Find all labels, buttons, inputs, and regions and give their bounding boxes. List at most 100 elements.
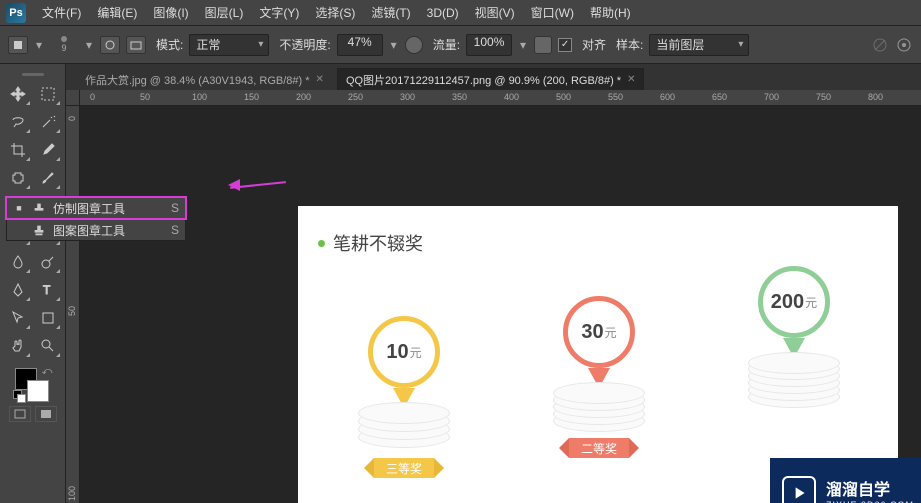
menu-filter[interactable]: 滤镜(T)	[363, 0, 418, 26]
mode-label: 模式:	[156, 36, 183, 53]
doc-title: 笔耕不辍奖	[333, 230, 423, 256]
menu-window[interactable]: 窗口(W)	[523, 0, 582, 26]
tool-spot-heal[interactable]	[5, 166, 31, 190]
tool-preset-chevron-icon[interactable]: ▾	[34, 38, 44, 52]
flow-chevron-icon[interactable]: ▾	[518, 38, 528, 52]
watermark-title: 溜溜自学	[826, 476, 914, 500]
tool-dodge[interactable]	[35, 250, 61, 274]
annotation-arrow	[230, 184, 286, 186]
tab-1-label: QQ图片20171229112457.png @ 90.9% (200, RGB…	[346, 72, 621, 88]
mode-select[interactable]: 正常	[189, 34, 269, 56]
tab-1[interactable]: QQ图片20171229112457.png @ 90.9% (200, RGB…	[337, 68, 645, 90]
flyout-1-shortcut: S	[171, 223, 179, 237]
pressure-opacity-icon[interactable]	[405, 36, 423, 54]
tool-crop[interactable]	[5, 138, 31, 162]
quick-mask-icon[interactable]	[9, 406, 31, 422]
background-swatch[interactable]	[27, 380, 49, 402]
flyout-clone-stamp[interactable]: ■ 仿制图章工具 S	[6, 197, 186, 219]
aligned-checkbox[interactable]: ✓	[558, 38, 572, 52]
pin-ring: 10元	[368, 316, 440, 388]
flyout-0-shortcut: S	[171, 201, 179, 215]
ruler-vertical[interactable]: 0 50 100	[66, 106, 80, 503]
tool-pen[interactable]	[5, 278, 31, 302]
coin-stack	[358, 402, 450, 448]
award-1st: 200元	[748, 266, 840, 408]
opacity-chevron-icon[interactable]: ▾	[389, 38, 399, 52]
tool-eyedropper[interactable]	[35, 138, 61, 162]
award-0-ribbon: 三等奖	[374, 458, 434, 478]
brush-preview[interactable]: 9	[50, 31, 78, 59]
menu-file[interactable]: 文件(F)	[34, 0, 89, 26]
sample-select[interactable]: 当前图层	[649, 34, 749, 56]
award-1-unit: 元	[605, 324, 617, 341]
toolbox-grip[interactable]	[0, 70, 65, 78]
tool-marquee[interactable]	[35, 82, 61, 106]
award-1-ribbon: 二等奖	[569, 438, 629, 458]
tool-move[interactable]	[5, 82, 31, 106]
menu-select[interactable]: 选择(S)	[307, 0, 363, 26]
options-bar: ▾ 9 ▾ 模式: 正常 不透明度: 47% ▾ 流量: 100% ▾ ✓ 对齐…	[0, 26, 921, 64]
canvas-area[interactable]: 笔耕不辍奖 10元 三等奖 30元 二等奖	[80, 106, 921, 503]
tool-zoom[interactable]	[35, 334, 61, 358]
brush-size-label: 9	[61, 43, 66, 53]
flow-label: 流量:	[433, 36, 460, 53]
menu-edit[interactable]: 编辑(E)	[89, 0, 145, 26]
coin-stack	[553, 382, 645, 428]
brush-picker-chevron-icon[interactable]: ▾	[84, 38, 94, 52]
flyout-1-label: 图案图章工具	[53, 222, 157, 239]
tab-0-label: 作品大赏.jpg @ 38.4% (A30V1943, RGB/8#) *	[85, 72, 310, 88]
ribbon: 三等奖	[364, 458, 444, 478]
pin-ring: 30元	[563, 296, 635, 368]
stamp-icon	[31, 200, 47, 216]
tool-shape[interactable]	[35, 306, 61, 330]
tab-1-close-icon[interactable]: ✕	[627, 74, 635, 85]
tab-0-close-icon[interactable]: ✕	[316, 74, 324, 85]
flyout-0-label: 仿制图章工具	[53, 200, 157, 217]
pattern-stamp-icon	[31, 222, 47, 238]
toolbox: T ⤺	[0, 64, 66, 503]
menu-help[interactable]: 帮助(H)	[582, 0, 639, 26]
doc-title-row: 笔耕不辍奖	[318, 230, 423, 256]
menu-layer[interactable]: 图层(L)	[197, 0, 252, 26]
tool-preset-icon[interactable]	[8, 36, 28, 54]
tool-path-select[interactable]	[5, 306, 31, 330]
sample-value: 当前图层	[656, 36, 704, 53]
watermark-logo-icon	[782, 476, 816, 503]
pressure-size-icon[interactable]	[895, 36, 913, 54]
tool-blur[interactable]	[5, 250, 31, 274]
mode-value: 正常	[196, 36, 220, 53]
tool-hand[interactable]	[5, 334, 31, 358]
default-colors-icon[interactable]	[13, 390, 25, 402]
swap-colors-icon[interactable]: ⤺	[42, 366, 53, 377]
tool-wand[interactable]	[35, 110, 61, 134]
award-0-unit: 元	[410, 344, 422, 361]
opacity-input[interactable]: 47%	[337, 34, 383, 56]
menu-3d[interactable]: 3D(D)	[419, 0, 467, 26]
clone-source-icon[interactable]	[126, 36, 146, 54]
aligned-label: 对齐	[582, 36, 606, 53]
tool-brush[interactable]	[35, 166, 61, 190]
ruler-horizontal[interactable]: 0 50 100 150 200 250 300 350 400 500 550…	[80, 90, 921, 106]
svg-text:T: T	[43, 283, 51, 297]
award-3rd: 10元 三等奖	[358, 316, 450, 478]
menu-type[interactable]: 文字(Y)	[251, 0, 307, 26]
airbrush-icon[interactable]	[534, 36, 552, 54]
flow-input[interactable]: 100%	[466, 34, 512, 56]
brush-panel-icon[interactable]	[100, 36, 120, 54]
award-1-num: 30	[581, 321, 603, 344]
app-logo: Ps	[6, 3, 26, 23]
tab-0[interactable]: 作品大赏.jpg @ 38.4% (A30V1943, RGB/8#) * ✕	[76, 68, 333, 90]
ribbon: 二等奖	[559, 438, 639, 458]
coin-stack	[748, 352, 840, 408]
ruler-corner[interactable]	[66, 90, 80, 106]
menu-image[interactable]: 图像(I)	[145, 0, 196, 26]
flyout-pattern-stamp[interactable]: 图案图章工具 S	[6, 219, 186, 241]
bullet-icon	[318, 240, 325, 247]
award-2nd: 30元 二等奖	[553, 296, 645, 458]
menu-view[interactable]: 视图(V)	[467, 0, 523, 26]
sample-label: 样本:	[616, 36, 643, 53]
screen-mode-icon[interactable]	[35, 406, 57, 422]
tool-lasso[interactable]	[5, 110, 31, 134]
tool-type[interactable]: T	[35, 278, 61, 302]
ignore-adjustment-icon[interactable]	[871, 36, 889, 54]
